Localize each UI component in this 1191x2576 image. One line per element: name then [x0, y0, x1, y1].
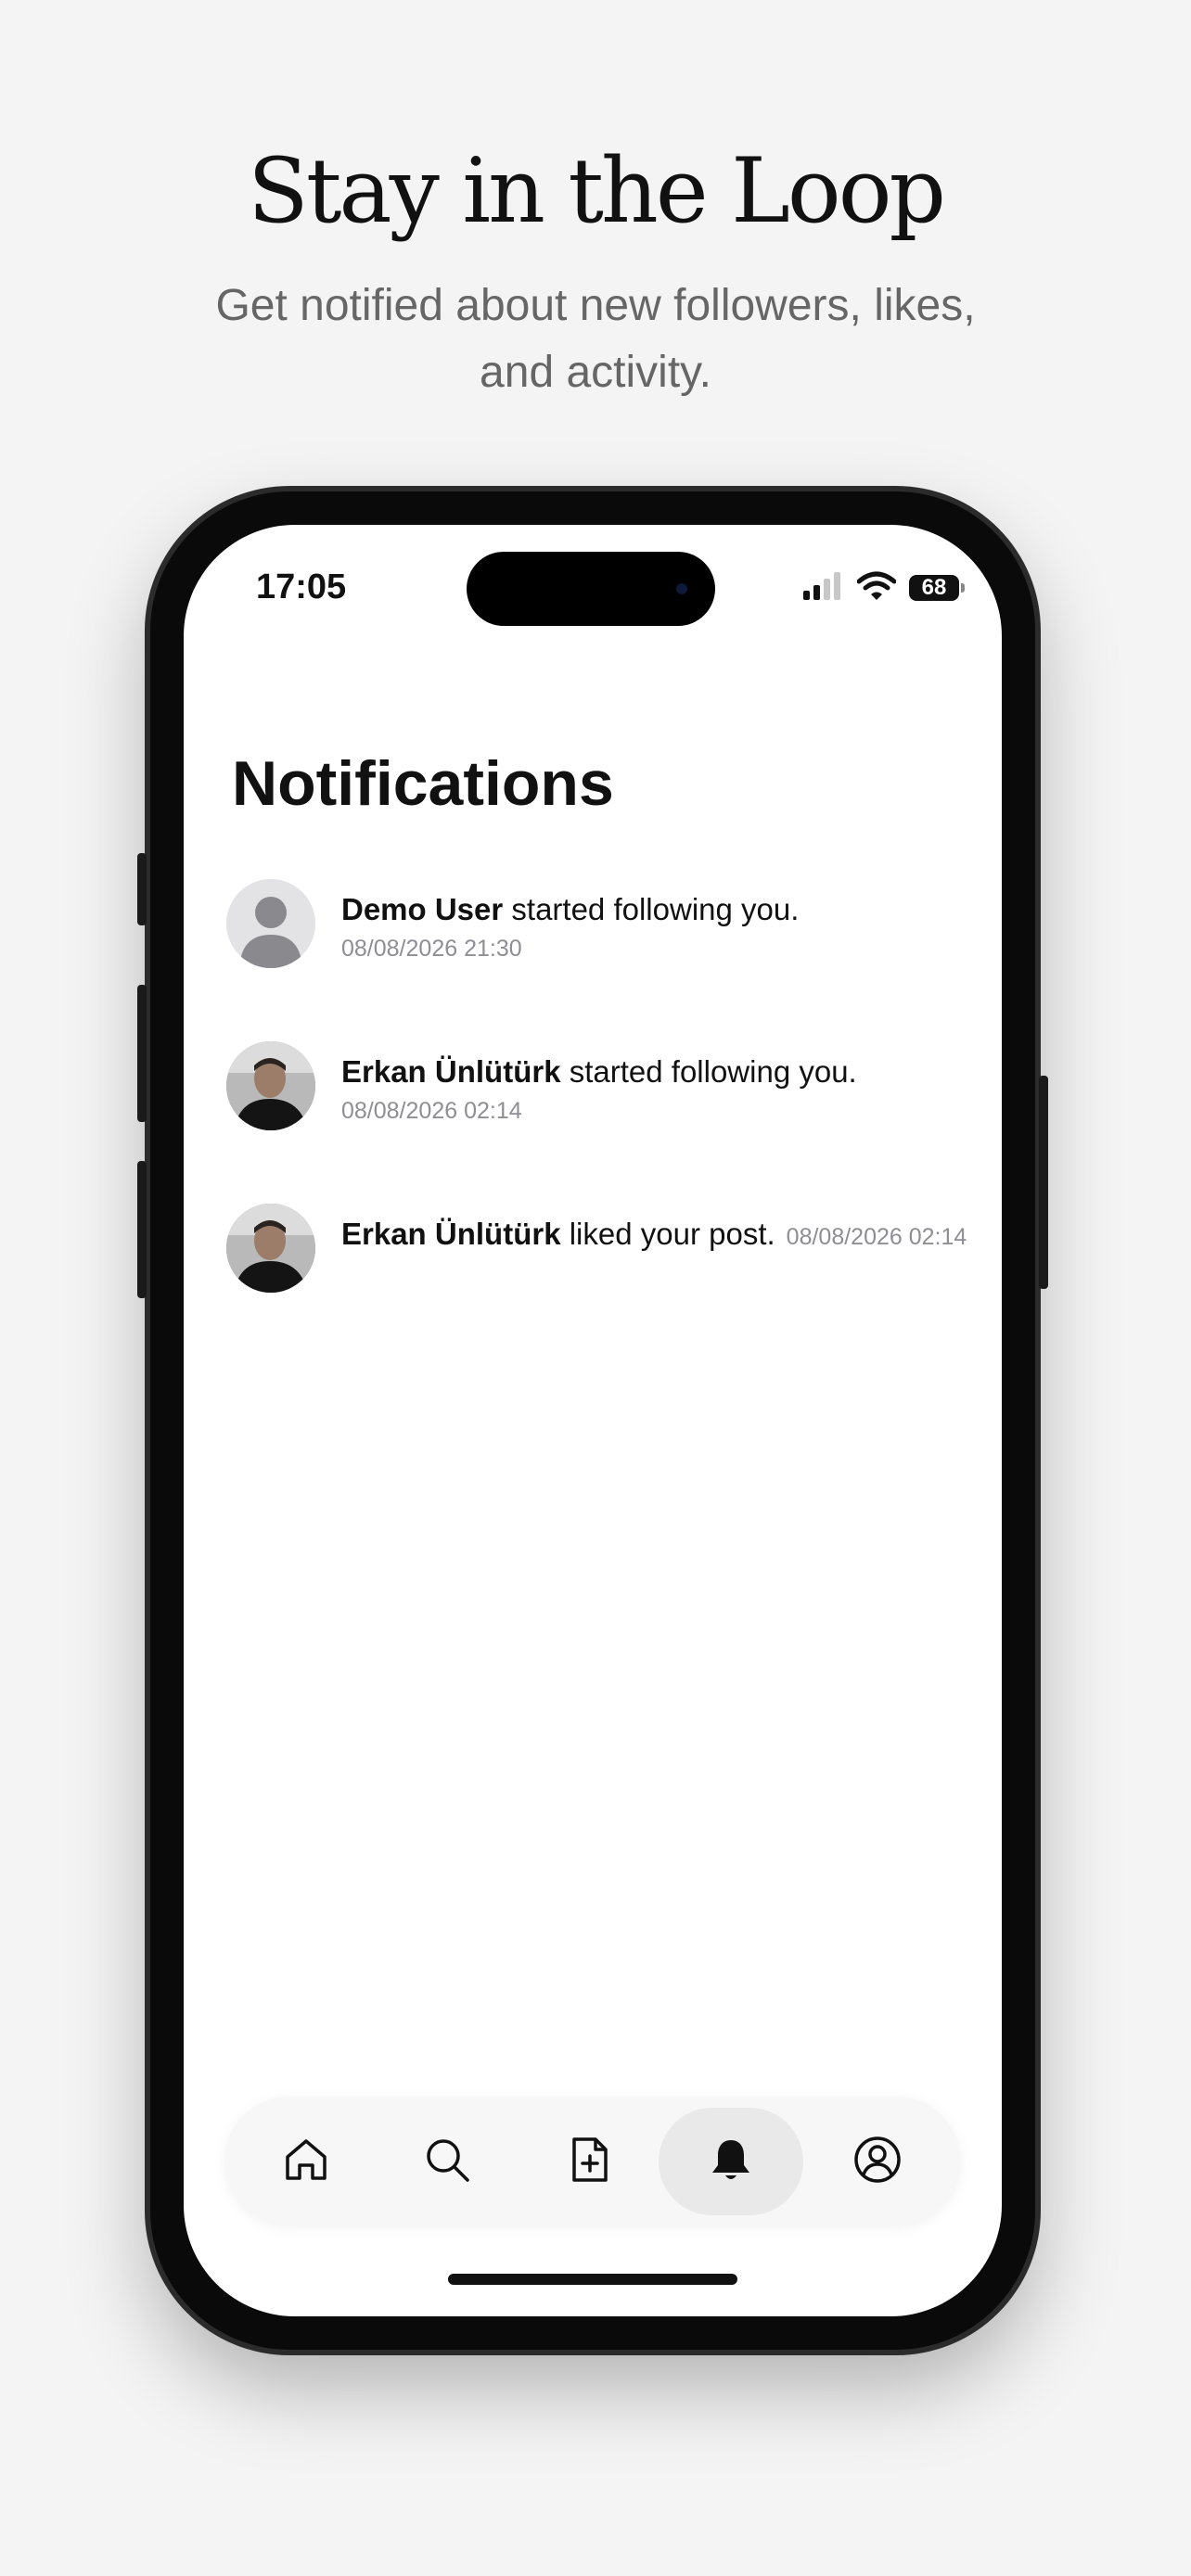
notification-action: started following you.	[560, 1054, 857, 1089]
page-title: Notifications	[232, 748, 614, 819]
tab-profile[interactable]	[805, 2108, 950, 2215]
notification-time: 08/08/2026 21:30	[341, 936, 522, 962]
user-avatar[interactable]	[226, 1041, 315, 1130]
search-icon	[422, 2135, 472, 2189]
notification-user-name[interactable]: Erkan Ünlütürk	[341, 1054, 561, 1089]
bell-icon	[706, 2135, 756, 2189]
phone-screen: 17:05 68 Notifications Demo User started…	[184, 525, 1002, 2316]
promo-title: Stay in the Loop	[248, 139, 946, 243]
notification-action: started following you.	[503, 892, 800, 926]
notification-time: 08/08/2026 02:14	[341, 1098, 522, 1124]
tab-search[interactable]	[375, 2108, 519, 2215]
new-post-icon	[565, 2135, 615, 2189]
notification-action: liked your post.	[560, 1217, 775, 1251]
notification-text: Demo User started following you. 08/08/2…	[341, 890, 981, 968]
notification-user-name[interactable]: Demo User	[341, 892, 503, 926]
battery-icon: 68	[909, 575, 965, 601]
status-icons: 68	[803, 571, 965, 606]
tab-new-post[interactable]	[518, 2108, 662, 2215]
notification-user-name[interactable]: Erkan Ünlütürk	[341, 1217, 561, 1251]
tab-bar	[224, 2097, 961, 2226]
wifi-icon	[856, 571, 897, 606]
notification-text: Erkan Ünlütürk started following you. 08…	[341, 1052, 981, 1130]
volume-down-button	[137, 1161, 147, 1298]
home-indicator	[448, 2274, 737, 2285]
notification-time: 08/08/2026 02:14	[786, 1224, 967, 1250]
default-avatar-icon[interactable]	[226, 879, 315, 968]
tab-home[interactable]	[234, 2108, 378, 2215]
home-icon	[281, 2135, 331, 2189]
camera-dot	[676, 583, 687, 594]
tab-notifications[interactable]	[659, 2108, 803, 2215]
notification-list: Demo User started following you. 08/08/2…	[226, 879, 968, 1366]
signal-icon	[803, 571, 844, 605]
user-avatar[interactable]	[226, 1204, 315, 1293]
promo-subtitle: Get notified about new followers, likes,…	[215, 281, 976, 397]
status-time: 17:05	[256, 567, 347, 606]
dynamic-island	[467, 552, 715, 626]
notification-item[interactable]: Demo User started following you. 08/08/2…	[226, 879, 968, 1041]
phone-frame: 17:05 68 Notifications Demo User started…	[137, 491, 1048, 2350]
profile-icon	[852, 2134, 903, 2190]
notification-item[interactable]: Erkan Ünlütürk started following you. 08…	[226, 1041, 968, 1204]
power-button	[1039, 1076, 1048, 1289]
action-button	[137, 853, 147, 925]
volume-up-button	[137, 985, 147, 1122]
notification-item[interactable]: Erkan Ünlütürk liked your post. 08/08/202…	[226, 1204, 968, 1366]
notification-text: Erkan Ünlütürk liked your post. 08/08/202…	[341, 1215, 981, 1256]
